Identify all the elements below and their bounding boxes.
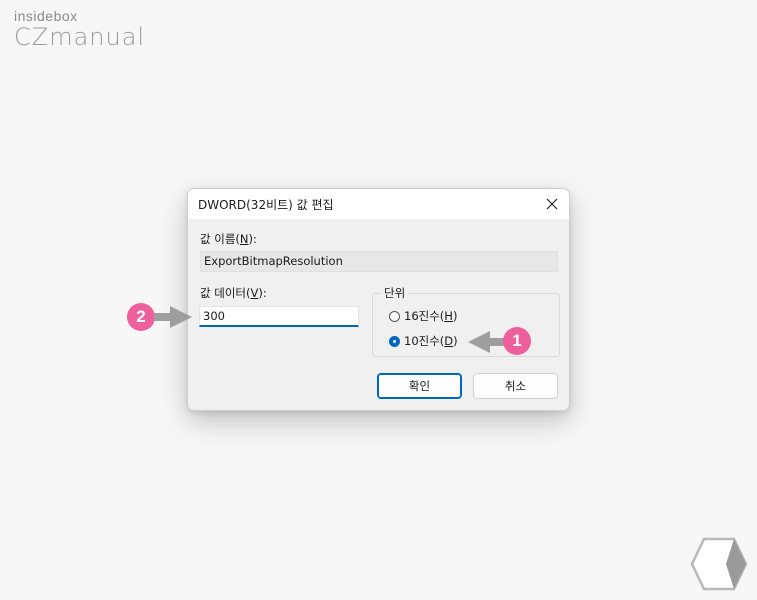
annotation-arrow-right-icon — [154, 306, 192, 328]
watermark-line1: insidebox — [14, 8, 78, 24]
value-name-field[interactable]: ExportBitmapResolution — [200, 251, 558, 272]
value-name-label-suffix: ): — [248, 232, 257, 246]
annotation-badge-1: 1 — [503, 327, 531, 355]
ok-button[interactable]: 확인 — [377, 373, 462, 399]
value-name-label-prefix: 값 이름( — [200, 232, 240, 246]
radio-decimal-key: D — [444, 334, 454, 348]
radio-hexadecimal-key: H — [444, 309, 453, 323]
radio-decimal-label: 10진수(D) — [404, 333, 458, 349]
radio-hexadecimal-prefix: 16진수( — [404, 309, 445, 323]
value-data-input[interactable] — [199, 306, 359, 327]
value-data-label-prefix: 값 데이터( — [200, 286, 251, 300]
dialog-title: DWORD(32비트) 값 편집 — [198, 198, 334, 212]
value-data-label: 값 데이터(V): — [200, 285, 267, 301]
value-name-label-key: N — [239, 232, 249, 246]
dword-edit-dialog: DWORD(32비트) 값 편집 값 이름(N): ExportBitmapRe… — [187, 188, 570, 411]
radio-decimal[interactable]: 10진수(D) — [389, 333, 458, 349]
radio-hexadecimal-suffix: ) — [452, 309, 458, 323]
value-name-label: 값 이름(N): — [200, 231, 257, 247]
annotation-arrow-left-icon — [468, 331, 506, 353]
close-icon — [546, 198, 558, 210]
watermark-logo: insidebox CZmanual — [14, 8, 145, 50]
radio-hexadecimal-label: 16진수(H) — [404, 308, 457, 324]
radio-hexadecimal[interactable]: 16진수(H) — [389, 308, 457, 324]
annotation-badge-2: 2 — [127, 303, 155, 331]
watermark-line2: CZmanual — [14, 23, 146, 51]
dialog-titlebar: DWORD(32비트) 값 편집 — [188, 189, 569, 219]
radio-decimal-suffix: ) — [453, 334, 458, 348]
radio-hexadecimal-indicator — [389, 310, 400, 322]
close-button[interactable] — [541, 193, 563, 215]
base-group-title: 단위 — [381, 285, 409, 301]
cancel-button[interactable]: 취소 — [473, 373, 558, 399]
hexagon-logo-icon — [690, 537, 748, 591]
radio-decimal-indicator — [389, 335, 400, 347]
value-data-label-suffix: ): — [258, 286, 267, 300]
radio-decimal-prefix: 10진수( — [404, 334, 445, 348]
